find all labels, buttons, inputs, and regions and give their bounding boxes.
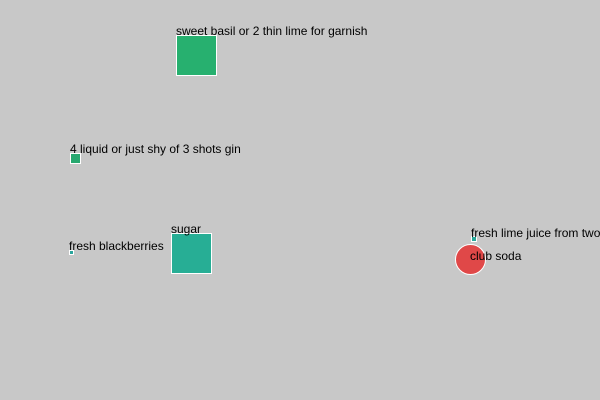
ingredient-canvas: sweet basil or 2 thin lime for garnish 4… bbox=[0, 0, 600, 400]
sugar-square bbox=[171, 233, 212, 274]
basil-square bbox=[176, 35, 217, 76]
club-soda-label: club soda bbox=[470, 249, 522, 263]
basil-label: sweet basil or 2 thin lime for garnish bbox=[176, 24, 368, 38]
sugar-label: sugar bbox=[171, 222, 202, 236]
lime-juice-label: fresh lime juice from two bbox=[471, 226, 600, 240]
blackberries-label: fresh blackberries bbox=[69, 239, 164, 253]
gin-label: 4 liquid or just shy of 3 shots gin bbox=[70, 142, 241, 156]
